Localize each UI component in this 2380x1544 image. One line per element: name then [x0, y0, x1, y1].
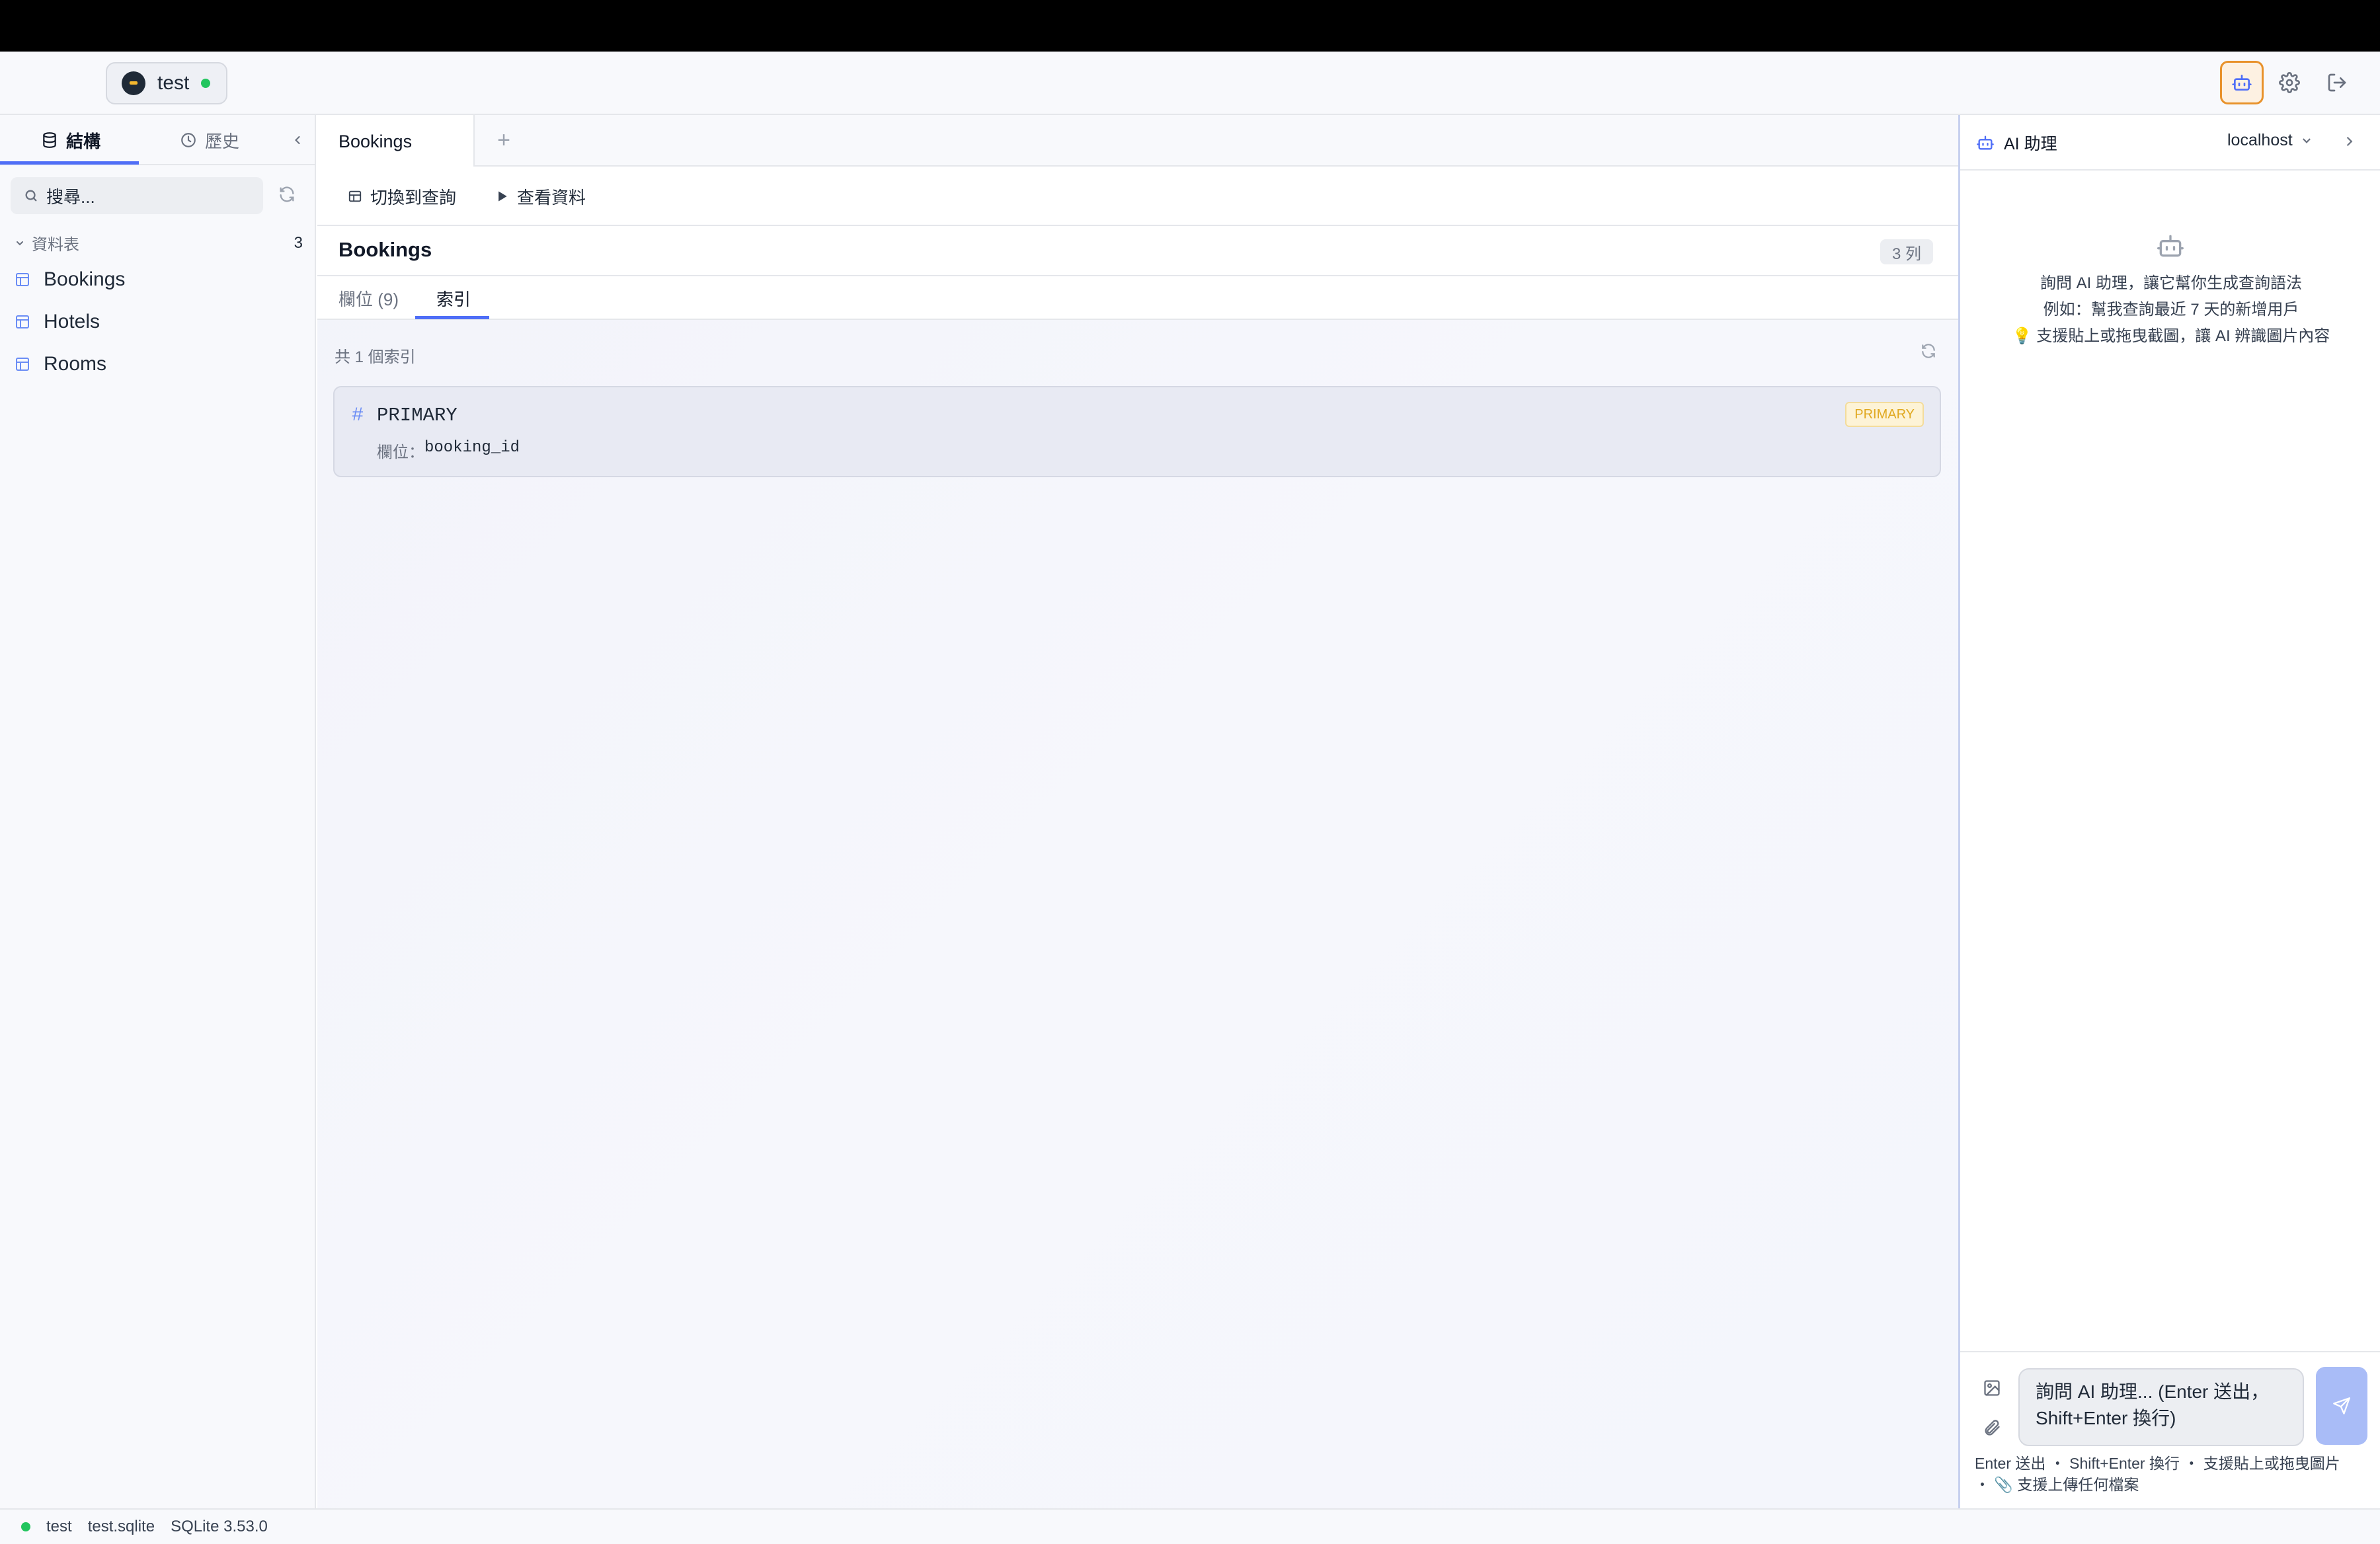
tab-indexes[interactable]: 索引	[436, 276, 471, 320]
ai-hint-line-2: ・ 📎 支援上傳任何檔案	[1975, 1476, 2139, 1493]
ai-assistant-toggle-button[interactable]	[2220, 61, 2264, 104]
refresh-tables-button[interactable]	[278, 185, 296, 204]
ai-panel-title: AI 助理	[1976, 131, 2057, 155]
connection-status-icon	[201, 79, 211, 88]
send-icon	[2333, 1397, 2350, 1414]
switch-to-query-button[interactable]: 切換到查詢	[348, 181, 456, 212]
tab-structure-label: 結構	[66, 131, 101, 151]
tab-history[interactable]: 歷史	[180, 115, 239, 165]
status-bar: test test.sqlite SQLite 3.53.0	[0, 1508, 2380, 1544]
refresh-indexes-button[interactable]	[1920, 342, 1937, 360]
ai-empty-line-3: 💡 支援貼上或拖曳截圖，讓 AI 辨識圖片內容	[2012, 327, 2330, 345]
index-summary: 共 1 個索引	[335, 348, 416, 366]
ai-assistant-panel: AI 助理 localhost 詢問 AI 助理，讓它幫你生成查詢語法 例如：幫…	[1958, 115, 2380, 1508]
index-name: PRIMARY	[377, 405, 457, 426]
table-toolbar: 切換到查詢 查看資料	[317, 167, 1958, 226]
table-search-input[interactable]: 搜尋...	[11, 177, 263, 214]
logout-button[interactable]	[2315, 61, 2359, 104]
index-columns-value: booking_id	[424, 439, 520, 457]
index-type-badge: PRIMARY	[1845, 402, 1924, 427]
ai-panel-title-text: AI 助理	[2004, 135, 2057, 153]
table-name: Rooms	[44, 353, 107, 375]
ai-empty-line-1: 詢問 AI 助理，讓它幫你生成查詢語法	[2040, 274, 2302, 292]
table-name: Hotels	[44, 311, 100, 332]
sidebar-item-hotels[interactable]: Hotels	[15, 311, 100, 333]
gear-icon	[2279, 72, 2300, 93]
table-icon	[16, 358, 29, 371]
clock-icon	[181, 133, 196, 147]
paperclip-icon	[1985, 1420, 2000, 1436]
window-top-bar	[0, 0, 2380, 52]
ai-panel-header: AI 助理 localhost	[1960, 115, 2380, 171]
query-icon	[348, 190, 362, 202]
send-button[interactable]	[2316, 1367, 2367, 1445]
sidebar: 結構 歷史 搜尋... 資料表 3 Bookings Hotels Rooms	[0, 115, 316, 1508]
connection-name: test	[157, 72, 190, 94]
attach-file-button[interactable]	[1983, 1418, 2001, 1437]
tables-section-label: 資料表	[32, 236, 79, 254]
table-icon	[16, 315, 29, 328]
refresh-icon	[1922, 344, 1935, 358]
ai-prompt-input[interactable]: 詢問 AI 助理... (Enter 送出，Shift+Enter 換行)	[2018, 1368, 2304, 1446]
attach-image-button[interactable]	[1983, 1379, 2001, 1397]
app-header: test	[0, 52, 2380, 115]
index-columns-label: 欄位：	[377, 444, 424, 461]
connection-selector[interactable]: test	[106, 62, 227, 104]
model-host-value: localhost	[2227, 131, 2293, 149]
collapse-ai-panel-button[interactable]	[2342, 132, 2357, 151]
hash-icon: #	[352, 405, 364, 427]
sidebar-item-rooms[interactable]: Rooms	[15, 353, 106, 375]
status-file: test.sqlite	[87, 1518, 155, 1535]
switch-to-query-label: 切換到查詢	[370, 187, 457, 208]
tab-history-label: 歷史	[205, 131, 240, 151]
tab-columns[interactable]: 欄位 (9)	[338, 276, 399, 320]
ai-hint-line-1: Enter 送出 ・ Shift+Enter 換行 ・ 支援貼上或拖曳圖片	[1975, 1455, 2340, 1472]
model-host-select[interactable]: localhost	[2227, 131, 2313, 150]
sidebar-tabs: 結構 歷史	[0, 115, 316, 165]
chevron-down-icon	[2303, 138, 2311, 143]
image-icon	[1984, 1380, 2000, 1396]
robot-icon	[2156, 231, 2185, 260]
play-icon	[498, 191, 507, 202]
refresh-icon	[280, 186, 294, 202]
ai-input-hint: Enter 送出 ・ Shift+Enter 換行 ・ 支援貼上或拖曳圖片 ・ …	[1975, 1453, 2371, 1495]
search-placeholder: 搜尋...	[46, 186, 95, 207]
editor-tabbar: Bookings +	[317, 115, 1958, 168]
table-name: Bookings	[44, 268, 126, 290]
chevron-left-icon	[295, 135, 300, 145]
sidebar-item-bookings[interactable]: Bookings	[15, 268, 125, 291]
subtab-active-indicator	[415, 316, 489, 319]
robot-icon	[1977, 135, 1994, 150]
connection-status-icon	[21, 1522, 30, 1531]
add-tab-button[interactable]: +	[491, 127, 517, 153]
tab-bookings[interactable]: Bookings	[317, 115, 475, 168]
index-card: # PRIMARY 欄位： booking_id PRIMARY	[333, 386, 1941, 477]
chevron-down-icon	[17, 241, 23, 245]
chevron-right-icon	[2347, 137, 2353, 146]
collapse-sidebar-button[interactable]	[291, 131, 304, 149]
tables-section-header[interactable]: 資料表 3	[15, 231, 303, 254]
ai-input-area: 詢問 AI 助理... (Enter 送出，Shift+Enter 換行) En…	[1960, 1351, 2380, 1508]
table-title-row: Bookings 3 列	[317, 226, 1958, 276]
tab-structure[interactable]: 結構	[41, 115, 100, 165]
ai-empty-line-2: 例如：幫我查詢最近 7 天的新增用戶	[2043, 301, 2299, 319]
page-title: Bookings	[338, 238, 432, 261]
connection-avatar-icon	[122, 71, 145, 95]
table-subtabs: 欄位 (9) 索引	[317, 276, 1958, 320]
database-icon	[43, 132, 56, 148]
tables-count: 3	[294, 233, 303, 252]
row-count-badge: 3 列	[1880, 239, 1933, 264]
view-data-button[interactable]: 查看資料	[496, 181, 586, 212]
robot-icon	[2232, 75, 2252, 91]
tab-active-indicator	[0, 161, 139, 165]
table-icon	[16, 273, 29, 286]
status-version: SQLite 3.53.0	[171, 1518, 268, 1535]
settings-button[interactable]	[2268, 61, 2311, 104]
view-data-label: 查看資料	[517, 187, 586, 208]
search-icon	[25, 190, 37, 202]
tab-label: Bookings	[338, 131, 413, 151]
logout-icon	[2328, 73, 2346, 92]
main-content: Bookings + 切換到查詢 查看資料 Bookings 3 列 欄位 (9…	[317, 115, 1958, 1508]
status-connection: test	[46, 1518, 72, 1535]
